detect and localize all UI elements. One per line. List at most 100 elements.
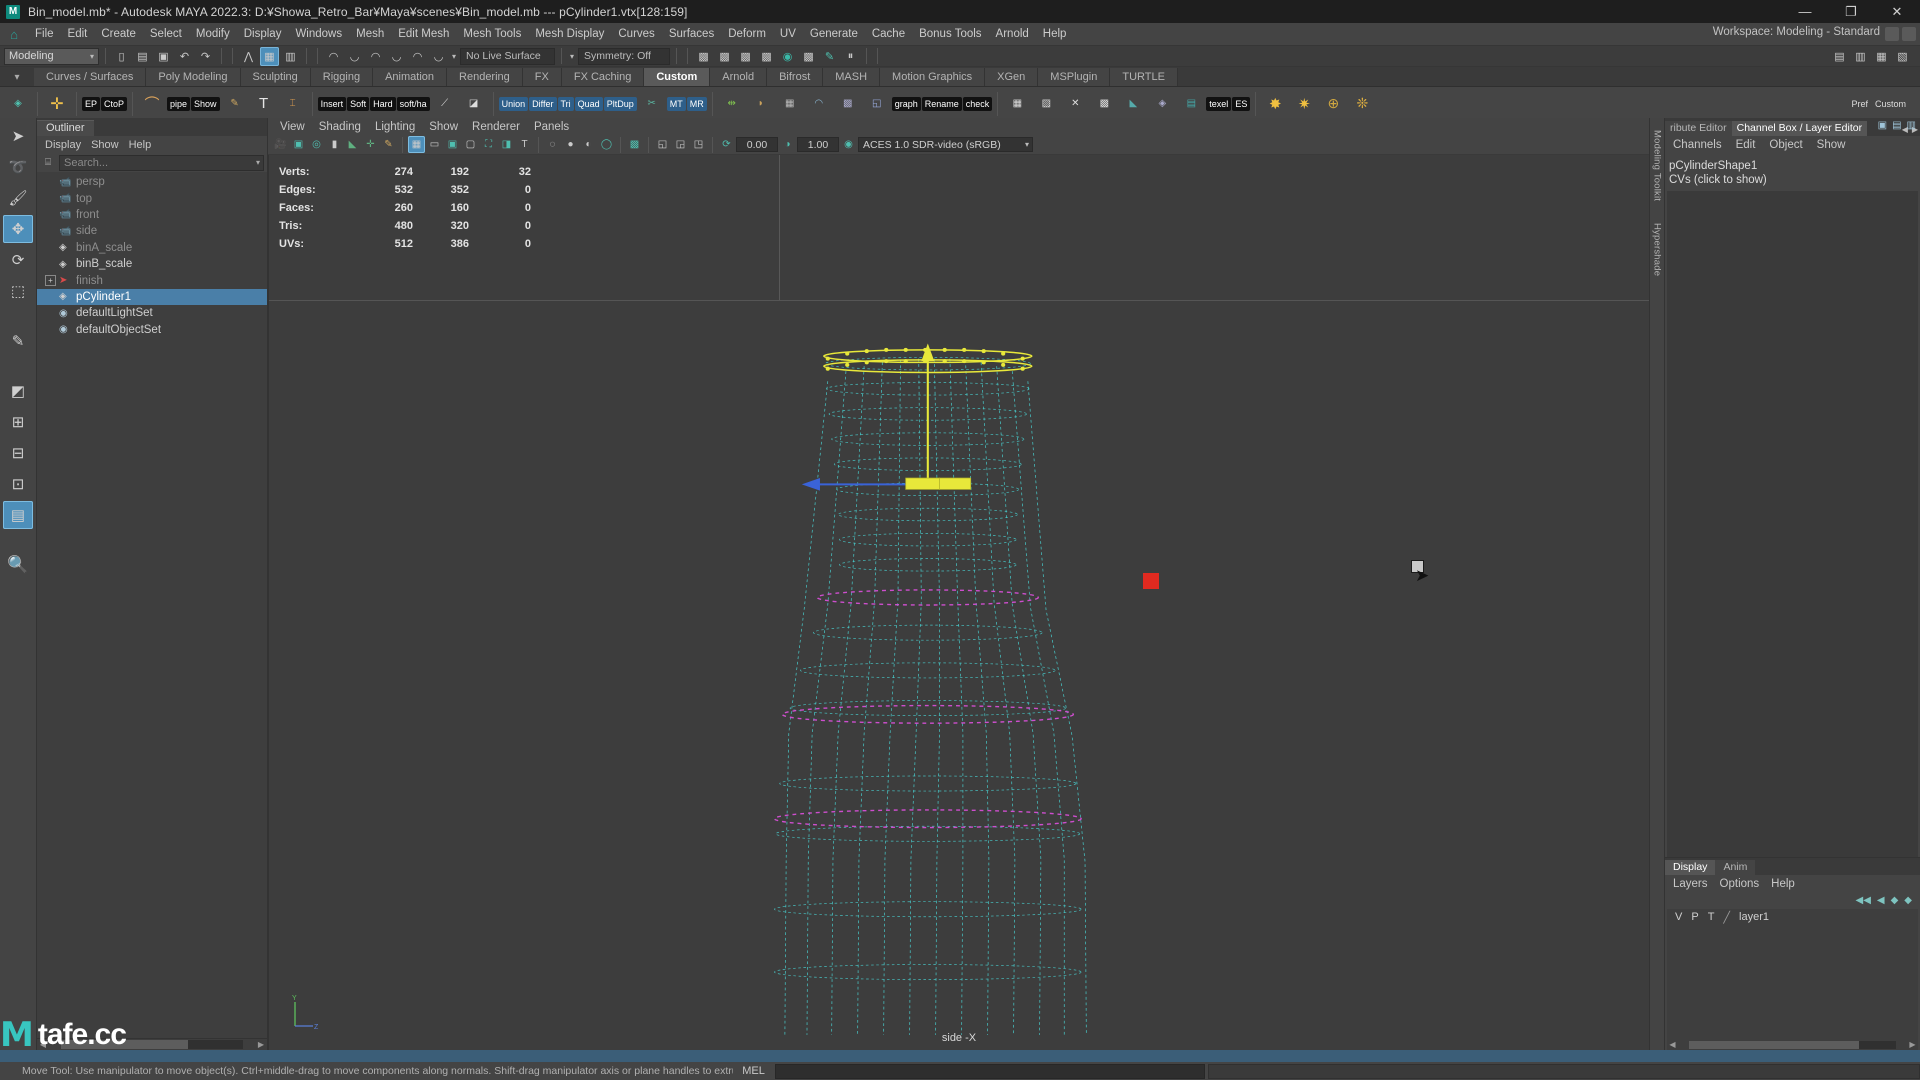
chevron-down-icon[interactable]: ▾ xyxy=(1025,140,1029,149)
shelf-tab-animation[interactable]: Animation xyxy=(373,68,448,86)
shelf-extrude-icon[interactable]: ⌶ xyxy=(279,90,307,118)
paint-select-tool-icon[interactable]: 🖌 xyxy=(3,184,33,212)
channelbox-menu-edit[interactable]: Edit xyxy=(1736,139,1756,151)
viewport-canvas[interactable]: Verts: 274 192 32 Edges: 532 352 0 Faces: 260 160 0… xyxy=(268,155,1649,1050)
menu-item-file[interactable]: File xyxy=(28,26,61,42)
snap-viewplane-icon[interactable]: ◠ xyxy=(408,47,427,66)
shelf-button-es[interactable]: ES xyxy=(1232,96,1251,111)
gamma-field[interactable]: 1.00 xyxy=(797,137,839,152)
layer-scroll-track[interactable] xyxy=(1689,1040,1896,1049)
select-component-icon[interactable]: ▥ xyxy=(281,47,300,66)
create-layer-icon[interactable]: ◆ xyxy=(1891,895,1899,906)
shelf-uv-cut-icon[interactable]: ✕ xyxy=(1061,90,1089,118)
move-tool-icon[interactable]: ✥ xyxy=(3,215,33,243)
menu-item-mesh-tools[interactable]: Mesh Tools xyxy=(456,26,528,42)
shelf-lattice-icon[interactable]: ▩ xyxy=(834,90,862,118)
xray-joints-icon[interactable]: ◨ xyxy=(498,136,515,153)
shelf-button-hard[interactable]: Hard xyxy=(370,96,396,111)
shelf-tab-fx-caching[interactable]: FX Caching xyxy=(561,68,645,86)
shelf-normal-icon[interactable]: ⟋ xyxy=(431,90,459,118)
shelf-measure-icon[interactable]: ⇹ xyxy=(718,90,746,118)
shelf-tab-sculpting[interactable]: Sculpting xyxy=(240,68,311,86)
tool-settings-toggle-icon[interactable]: ▥ xyxy=(1907,120,1916,131)
view-transform-icon[interactable]: ◉ xyxy=(840,136,857,153)
channel-box-cv-label[interactable]: CVs (click to show) xyxy=(1669,173,1920,187)
tab-channel-box[interactable]: Channel Box / Layer Editor xyxy=(1731,121,1868,136)
select-object-icon[interactable]: ▦ xyxy=(260,46,279,66)
shelf-curve-tool-icon[interactable]: ✎ xyxy=(221,90,249,118)
wireframe-shading-icon[interactable]: ◌ xyxy=(544,136,561,153)
layer-name-layer1[interactable]: layer1 xyxy=(1739,911,1769,923)
channelbox-menu-show[interactable]: Show xyxy=(1817,139,1846,151)
workspace-save-icon[interactable] xyxy=(1885,27,1899,41)
render-view-icon[interactable]: ▩ xyxy=(694,47,713,66)
shelf-light-area-icon[interactable]: ❊ xyxy=(1348,90,1376,118)
shelf-tab-arnold[interactable]: Arnold xyxy=(710,68,768,86)
layer-menu-help[interactable]: Help xyxy=(1771,878,1795,890)
shelf-button-softhard[interactable]: soft/ha xyxy=(396,96,430,111)
redo-icon[interactable]: ↷ xyxy=(196,47,215,66)
shelf-light-sky-icon[interactable]: ⊕ xyxy=(1319,90,1347,118)
outliner-menu-show[interactable]: Show xyxy=(91,139,119,151)
tab-outliner[interactable]: Outliner xyxy=(37,120,94,136)
home-icon[interactable]: ⌂ xyxy=(4,26,24,42)
color-management-toggle-icon[interactable]: ⟳ xyxy=(718,136,735,153)
shelf-graph-icon[interactable]: ◱ xyxy=(863,90,891,118)
menu-item-curves[interactable]: Curves xyxy=(611,26,661,42)
snap-curve-icon[interactable]: ◡ xyxy=(345,47,364,66)
shelf-light-point-icon[interactable]: ✸ xyxy=(1261,90,1289,118)
last-tool-icon[interactable]: ✎ xyxy=(3,327,33,355)
viewport-menu-view[interactable]: View xyxy=(280,121,305,133)
save-scene-icon[interactable]: ▣ xyxy=(154,47,173,66)
menu-item-mesh[interactable]: Mesh xyxy=(349,26,391,42)
new-scene-icon[interactable]: ▯ xyxy=(112,47,131,66)
color-management-dropdown[interactable]: ACES 1.0 SDR-video (sRGB) ▾ xyxy=(858,137,1033,152)
select-tool-icon[interactable]: ➤ xyxy=(3,122,33,150)
shelf-editor-icon[interactable]: ◈ xyxy=(4,90,32,118)
shelf-light-directional-icon[interactable]: ✷ xyxy=(1290,90,1318,118)
render-settings-icon[interactable]: ▩ xyxy=(757,47,776,66)
outliner-item-side[interactable]: 📹 side xyxy=(37,223,267,239)
vertical-tab-hypershade[interactable]: Hypershade xyxy=(1652,223,1663,276)
shelf-button-pref[interactable]: Pref xyxy=(1848,97,1871,111)
single-perspective-layout-icon[interactable]: ▤ xyxy=(3,501,33,529)
shelf-uv-shell-icon[interactable]: ◈ xyxy=(1148,90,1176,118)
layer-scroll-thumb[interactable] xyxy=(1689,1040,1859,1049)
xray-icon[interactable]: ⛶ xyxy=(480,136,497,153)
layer-first-icon[interactable]: ◀◀ xyxy=(1856,895,1871,906)
outliner-item-front[interactable]: 📹 front xyxy=(37,207,267,223)
persp-view-icon[interactable]: ◩ xyxy=(3,377,33,405)
two-d-pan-zoom-icon[interactable]: ◣ xyxy=(344,136,361,153)
menu-set-dropdown[interactable]: Modeling xyxy=(4,47,99,65)
workspace-settings-icon[interactable] xyxy=(1902,27,1916,41)
shelf-button-soft[interactable]: Soft xyxy=(347,96,370,111)
command-output-field[interactable] xyxy=(1207,1063,1920,1079)
tab-display-layers[interactable]: Display xyxy=(1665,860,1716,875)
grease-pencil-erase-icon[interactable]: ✎ xyxy=(380,136,397,153)
snap-grid-icon[interactable]: ◠ xyxy=(324,47,343,66)
outliner-item-bina-scale[interactable]: ◈ binA_scale xyxy=(37,240,267,256)
sidebar-toggle-d-icon[interactable]: ▧ xyxy=(1893,47,1912,66)
gamma-icon[interactable]: ◑ xyxy=(779,136,796,153)
shelf-button-insert[interactable]: Insert xyxy=(317,96,347,111)
viewport-menu-lighting[interactable]: Lighting xyxy=(375,121,415,133)
shelf-pipe-icon[interactable]: ⌒ xyxy=(138,90,166,118)
shelf-button-quad[interactable]: Quad xyxy=(574,96,603,111)
layer-prev-icon[interactable]: ◀ xyxy=(1877,895,1885,906)
shelf-uv-grid-icon[interactable]: ▦ xyxy=(776,90,804,118)
shelf-uv-unfold-icon[interactable]: ▨ xyxy=(1032,90,1060,118)
menu-item-help[interactable]: Help xyxy=(1036,26,1074,42)
attribute-editor-toggle-icon[interactable]: ▤ xyxy=(1892,120,1901,131)
outliner-item-defaultobjectset[interactable]: ◉ defaultObjectSet xyxy=(37,322,267,338)
shelf-tab-custom[interactable]: Custom xyxy=(644,68,711,86)
pause-icon[interactable]: ⏸ xyxy=(841,47,860,66)
film-gate-icon[interactable]: ▭ xyxy=(426,136,443,153)
shelf-button-ep[interactable]: EP xyxy=(82,96,101,111)
menu-item-edit[interactable]: Edit xyxy=(61,26,95,42)
live-surface-field[interactable]: No Live Surface xyxy=(460,47,556,65)
filter-icon[interactable]: ⌸ xyxy=(40,155,56,170)
grid-toggle-icon[interactable]: ▦ xyxy=(408,136,425,153)
live-surface-chevron-icon[interactable]: ▾ xyxy=(450,52,458,61)
shelf-grid-icon[interactable]: ✛ xyxy=(43,90,71,118)
menu-item-create[interactable]: Create xyxy=(94,26,143,42)
